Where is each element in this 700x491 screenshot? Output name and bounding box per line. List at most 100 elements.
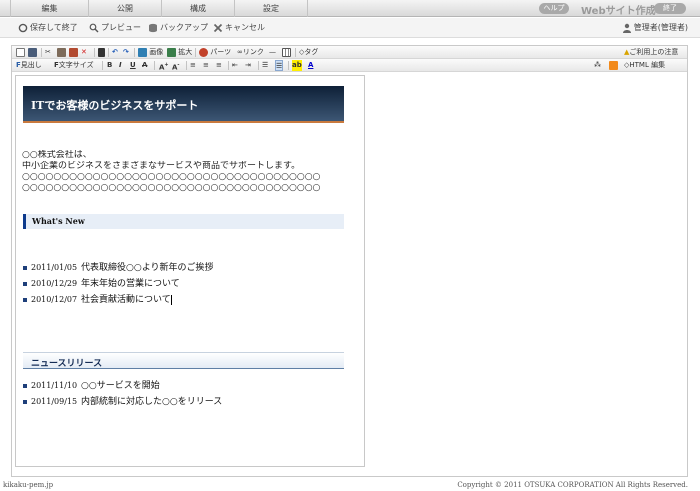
- list-item: 2011/09/15 内部統制に対応した○○をリリース: [23, 394, 353, 410]
- editor-frame: ✂ ✕ ↶ ↷ 画像 拡大 パーツ ∞リンク — ◇タグ ▲ご利用上の注意 F見…: [11, 45, 688, 477]
- editor-toolbar-row1: ✂ ✕ ↶ ↷ 画像 拡大 パーツ ∞リンク — ◇タグ ▲ご利用上の注意: [12, 46, 687, 59]
- exit-button[interactable]: 終了: [654, 3, 686, 14]
- text-color-button[interactable]: A: [308, 60, 313, 71]
- hero-banner: ITでお客様のビジネスをサポート: [23, 86, 344, 123]
- strikethrough-button[interactable]: A: [142, 60, 147, 71]
- horizontal-rule-icon[interactable]: —: [269, 47, 276, 58]
- parts-button[interactable]: パーツ: [199, 47, 231, 58]
- news-release-title: ニュースリリース: [31, 359, 103, 369]
- zoom-button[interactable]: 拡大: [167, 47, 192, 58]
- undo-icon[interactable]: ↶: [112, 47, 118, 58]
- help-button[interactable]: ヘルプ: [539, 3, 569, 14]
- circle-icon: [18, 23, 28, 32]
- backup-button[interactable]: バックアップ: [148, 21, 208, 35]
- font-size-label: 文字サイズ: [58, 61, 94, 69]
- banner-title: ITでお客様のビジネスをサポート: [31, 99, 199, 112]
- news-text: 社会貢献活動について: [81, 295, 171, 305]
- link-label: リンク: [242, 48, 264, 56]
- close-icon: [213, 23, 223, 32]
- list-item: 2010/12/29 年末年始の営業について: [23, 276, 353, 292]
- align-left-icon[interactable]: ≡: [190, 60, 196, 71]
- user-indicator[interactable]: 管理者(管理者): [622, 21, 688, 35]
- news-date: 2010/12/29: [31, 279, 78, 288]
- link-button[interactable]: ∞リンク: [237, 47, 264, 58]
- tag-label: タグ: [304, 48, 319, 56]
- footer-domain: kikaku-pem.jp: [3, 481, 54, 489]
- align-center-icon[interactable]: ≡: [203, 60, 209, 71]
- cut-icon[interactable]: ✂: [45, 47, 51, 58]
- save-exit-button[interactable]: 保存して終了: [18, 21, 78, 35]
- backup-label: バックアップ: [160, 23, 208, 32]
- list-item: 2010/12/07 社会貢献活動について: [23, 292, 353, 308]
- news-text: 代表取締役○○より新年のご挨拶: [81, 263, 214, 273]
- magnifier-icon: [89, 23, 99, 32]
- tag-button[interactable]: ◇タグ: [299, 47, 318, 58]
- footer-copyright: Copyright © 2011 OTSUKA CORPORATION All …: [457, 481, 688, 489]
- release-date: 2011/11/10: [31, 381, 78, 390]
- release-date: 2011/09/15: [31, 397, 78, 406]
- numbered-list-icon[interactable]: ☰: [262, 60, 268, 71]
- heading-label: 見出し: [20, 61, 42, 69]
- outdent-icon[interactable]: ⇤: [232, 60, 238, 71]
- content-page[interactable]: ITでお客様のビジネスをサポート ○○株式会社は、 中小企業のビジネスをさまざま…: [15, 75, 365, 467]
- usage-notice-label: ご利用上の注意: [629, 48, 679, 56]
- find-icon[interactable]: [98, 47, 105, 58]
- bullet-icon: [23, 265, 27, 270]
- usage-notice-link[interactable]: ▲ご利用上の注意: [624, 47, 678, 58]
- copy-icon[interactable]: [57, 47, 66, 58]
- whats-new-list: 2011/01/05 代表取締役○○より新年のご挨拶 2010/12/29 年末年始…: [23, 260, 353, 308]
- table-icon[interactable]: [282, 47, 291, 58]
- brand-title: Webサイト作成: [581, 6, 656, 17]
- whats-new-heading: What's New: [23, 214, 344, 229]
- zoom-label: 拡大: [178, 48, 193, 56]
- tab-settings[interactable]: 設定: [235, 0, 308, 17]
- bullet-icon: [23, 383, 27, 388]
- release-text: 内部統制に対応した○○をリリース: [81, 397, 223, 407]
- special-char-icon[interactable]: ⁂: [594, 60, 601, 71]
- paste-icon[interactable]: [69, 47, 78, 58]
- save-icon[interactable]: [28, 47, 37, 58]
- whats-new-title: What's New: [32, 216, 85, 226]
- tab-structure[interactable]: 構成: [162, 0, 235, 17]
- database-icon: [149, 23, 157, 32]
- bullet-icon: [23, 297, 27, 302]
- tab-publish[interactable]: 公開: [89, 0, 162, 17]
- rss-icon[interactable]: [609, 60, 618, 71]
- font-decrease-button[interactable]: A-: [172, 60, 180, 71]
- underline-button[interactable]: U: [130, 60, 136, 71]
- news-date: 2010/12/07: [31, 295, 78, 304]
- intro-line: ○○○○○○○○○○○○○○○○○○○○○○○○○○○○○○○○○○○○○○: [22, 172, 321, 182]
- action-bar: 保存して終了 プレビュー バックアップ キャンセル 管理者(管理者): [0, 18, 700, 38]
- font-increase-button[interactable]: A+: [159, 60, 169, 71]
- preview-button[interactable]: プレビュー: [89, 21, 141, 35]
- bullet-list-icon[interactable]: ☰: [275, 60, 284, 71]
- cancel-button[interactable]: キャンセル: [213, 21, 265, 35]
- news-date: 2011/01/05: [31, 263, 78, 272]
- redo-icon[interactable]: ↷: [123, 47, 129, 58]
- intro-line: 中小企業のビジネスをさまざまなサービスや商品でサポートします。: [22, 161, 301, 171]
- text-cursor: [170, 294, 172, 305]
- html-edit-button[interactable]: ◇HTML 編集: [624, 60, 665, 71]
- italic-button[interactable]: I: [119, 60, 122, 71]
- align-right-icon[interactable]: ≡: [216, 60, 222, 71]
- user-icon: [622, 23, 631, 33]
- indent-icon[interactable]: ⇥: [245, 60, 251, 71]
- intro-text: ○○株式会社は、 中小企業のビジネスをさまざまなサービスや商品でサポートします。…: [22, 150, 356, 194]
- background-color-button[interactable]: ab: [292, 60, 302, 71]
- new-page-icon[interactable]: [16, 47, 25, 58]
- zoom-icon: [167, 47, 176, 57]
- news-text: 年末年始の営業について: [81, 279, 180, 289]
- tab-edit[interactable]: 編集: [10, 0, 89, 17]
- insert-image-button[interactable]: 画像: [138, 47, 163, 58]
- bullet-icon: [23, 399, 27, 404]
- top-tab-bar: 編集 公開 構成 設定 ヘルプ Webサイト作成 終了: [0, 0, 700, 17]
- bullet-icon: [23, 281, 27, 286]
- bold-button[interactable]: B: [107, 60, 112, 71]
- heading-button[interactable]: F見出し: [16, 60, 42, 71]
- html-edit-label: HTML 編集: [629, 61, 666, 69]
- intro-line: ○○株式会社は、: [22, 150, 92, 160]
- font-size-button[interactable]: F文字サイズ: [54, 60, 94, 71]
- insert-image-label: 画像: [149, 48, 164, 56]
- parts-label: パーツ: [210, 48, 232, 56]
- delete-icon[interactable]: ✕: [81, 47, 87, 58]
